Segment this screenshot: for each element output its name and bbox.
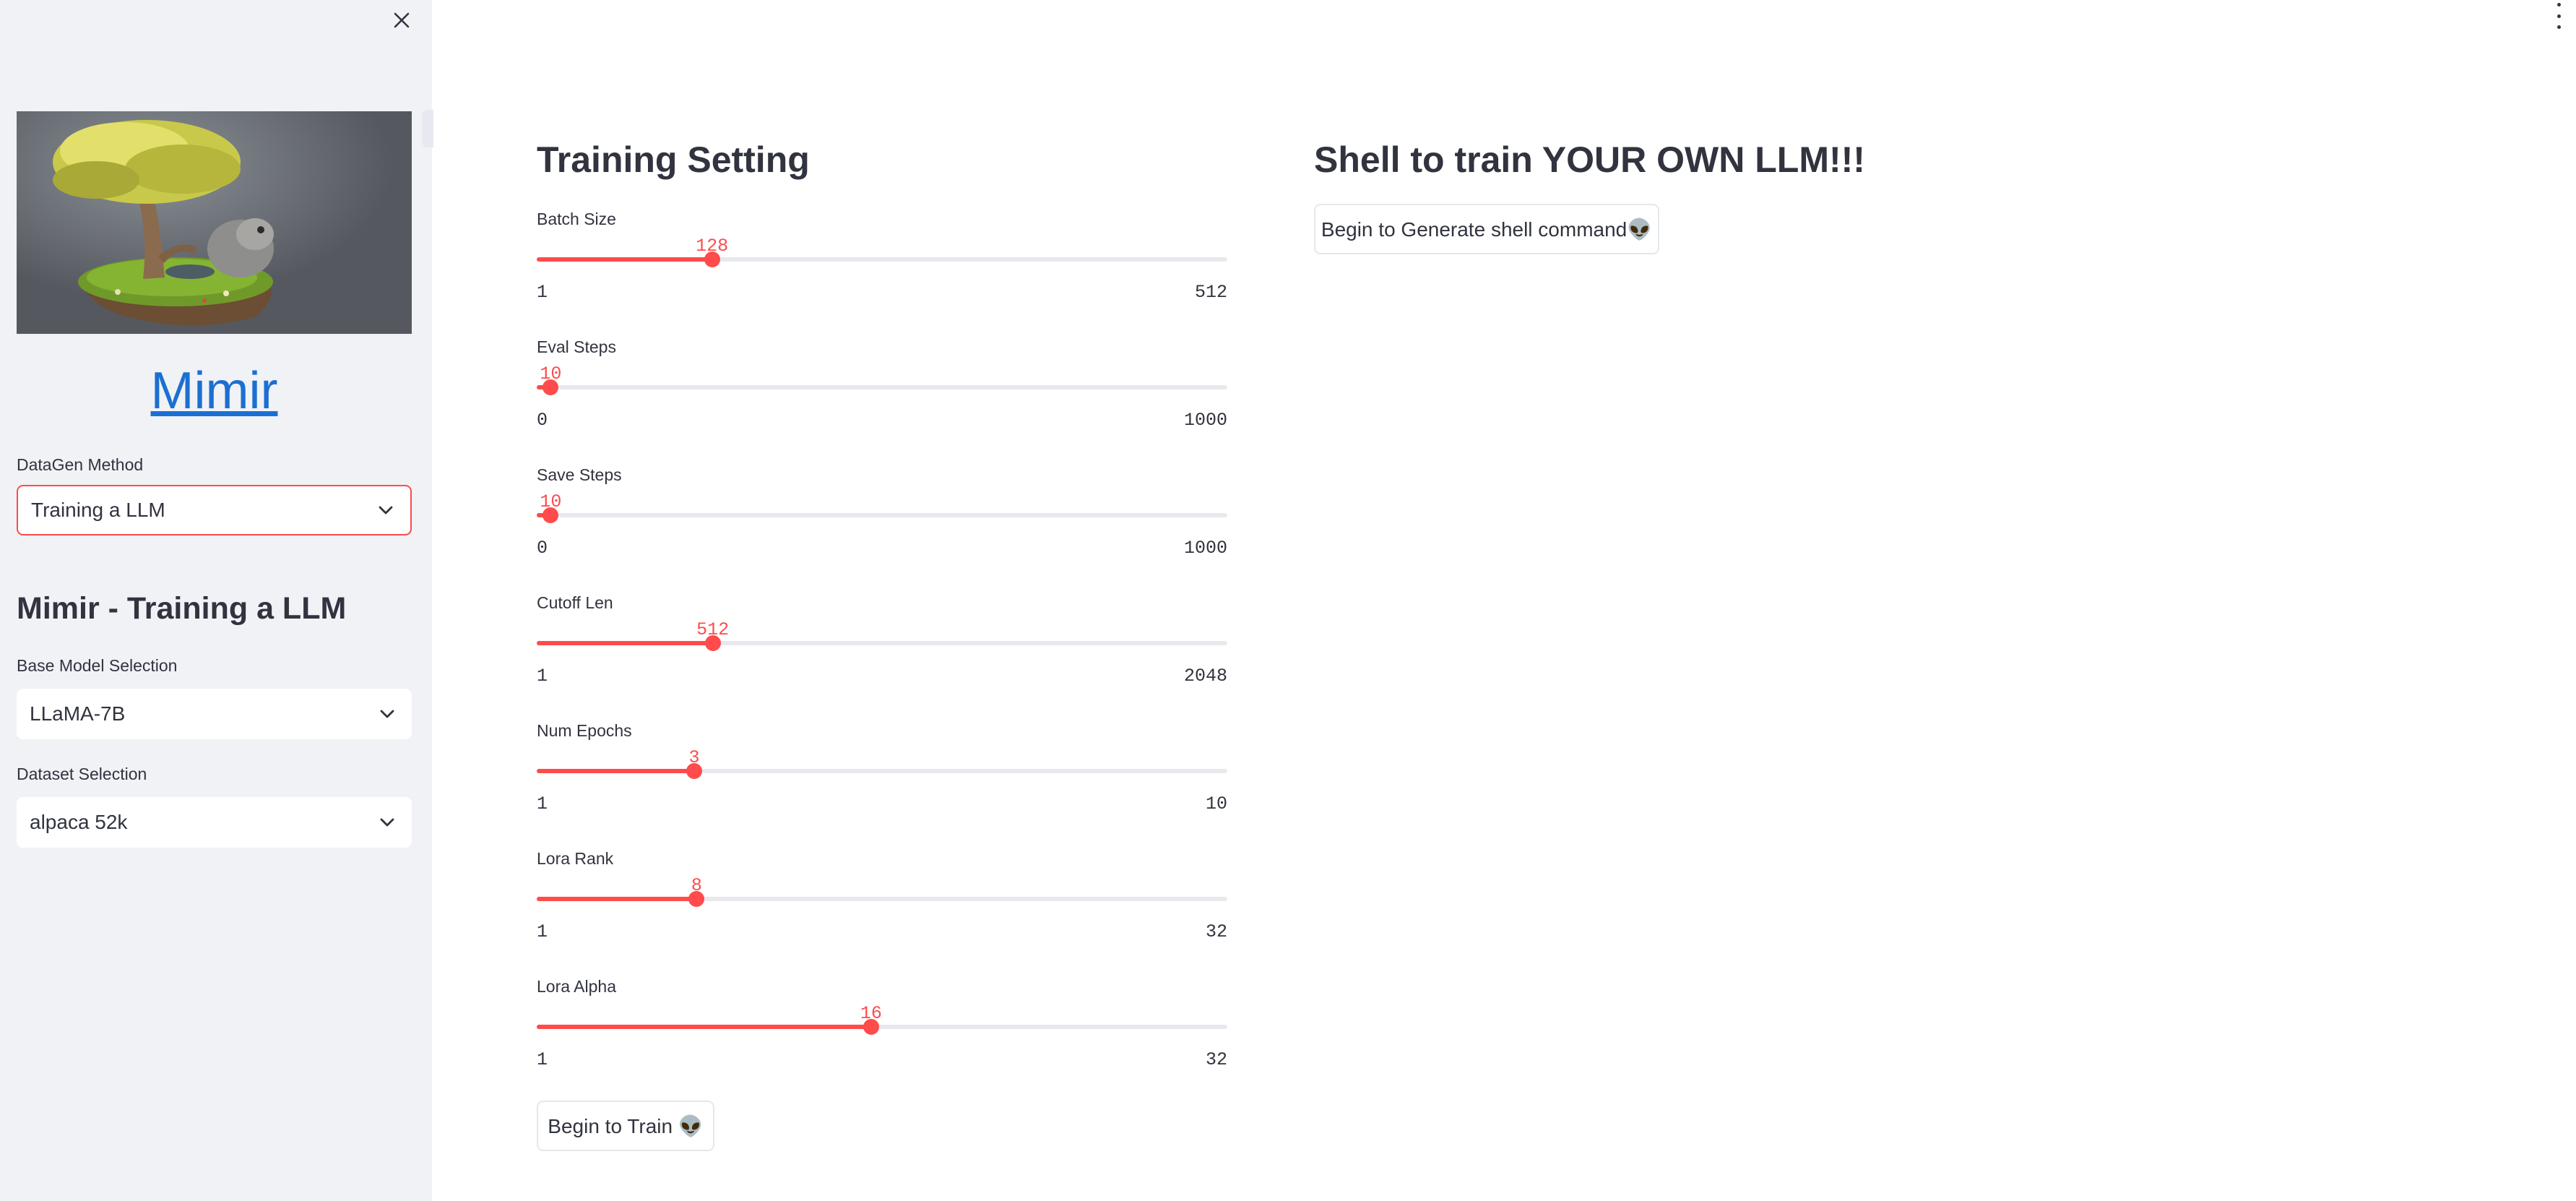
slider-fill bbox=[537, 641, 713, 645]
close-icon bbox=[394, 12, 410, 28]
slider-eval-steps: Eval Steps 10 0 1000 bbox=[537, 337, 1227, 465]
slider-max: 2048 bbox=[1183, 666, 1227, 686]
slider-lora-alpha: Lora Alpha 16 1 32 bbox=[537, 977, 1227, 1105]
slider-track[interactable] bbox=[537, 507, 1227, 523]
slider-label: Save Steps bbox=[537, 465, 622, 484]
slider-label: Cutoff Len bbox=[537, 593, 613, 612]
sidebar: Mimir DataGen Method Training a LLM Mimi… bbox=[0, 0, 433, 1201]
floating-island-tree-image bbox=[17, 111, 412, 334]
dataset-label: Dataset Selection bbox=[17, 765, 147, 783]
slider-thumb[interactable] bbox=[704, 635, 721, 651]
slider-thumb[interactable] bbox=[686, 763, 702, 779]
sidebar-resize-handle[interactable] bbox=[422, 110, 433, 147]
slider-track[interactable] bbox=[537, 635, 1227, 651]
slider-batch-size: Batch Size 128 1 512 bbox=[537, 210, 1227, 337]
app-root: Mimir DataGen Method Training a LLM Mimi… bbox=[0, 0, 2576, 1201]
slider-lora-rank: Lora Rank 8 1 32 bbox=[537, 849, 1227, 977]
slider-track[interactable] bbox=[537, 1019, 1227, 1035]
slider-max: 10 bbox=[1205, 793, 1227, 814]
slider-label: Lora Alpha bbox=[537, 977, 616, 996]
slider-cutoff-len: Cutoff Len 512 1 2048 bbox=[537, 593, 1227, 721]
slider-thumb[interactable] bbox=[863, 1019, 879, 1035]
slider-min: 1 bbox=[537, 282, 548, 303]
datagen-method-select[interactable]: Training a LLM bbox=[17, 485, 412, 535]
slider-fill bbox=[537, 1025, 871, 1029]
slider-thumb[interactable] bbox=[688, 891, 705, 907]
slider-max: 1000 bbox=[1183, 538, 1227, 559]
slider-track[interactable] bbox=[537, 763, 1227, 779]
slider-min: 1 bbox=[537, 666, 548, 686]
close-sidebar-button[interactable] bbox=[386, 4, 418, 36]
hero-image bbox=[17, 111, 412, 334]
generate-shell-command-button[interactable]: Begin to Generate shell command👽 bbox=[1314, 204, 1659, 254]
slider-max: 1000 bbox=[1183, 410, 1227, 431]
chevron-down-icon bbox=[379, 506, 393, 515]
slider-fill bbox=[537, 769, 694, 773]
slider-num-epochs: Num Epochs 3 1 10 bbox=[537, 721, 1227, 849]
datagen-method-value: Training a LLM bbox=[31, 499, 165, 521]
sidebar-section-title: Mimir - Training a LLM bbox=[17, 591, 347, 626]
slider-min: 0 bbox=[537, 538, 548, 559]
slider-label: Num Epochs bbox=[537, 721, 632, 740]
slider-label: Batch Size bbox=[537, 210, 616, 228]
slider-track[interactable] bbox=[537, 891, 1227, 907]
chevron-down-icon bbox=[380, 710, 394, 718]
app-title-link[interactable]: Mimir bbox=[17, 361, 412, 421]
slider-fill bbox=[537, 897, 697, 901]
dataset-select[interactable]: alpaca 52k bbox=[17, 797, 412, 848]
chevron-down-icon bbox=[380, 818, 394, 827]
slider-label: Lora Rank bbox=[537, 849, 614, 868]
dataset-value: alpaca 52k bbox=[30, 811, 128, 833]
datagen-method-label: DataGen Method bbox=[17, 455, 144, 474]
base-model-value: LLaMA-7B bbox=[30, 702, 126, 725]
slider-track[interactable] bbox=[537, 379, 1227, 395]
slider-max: 32 bbox=[1205, 1049, 1227, 1070]
slider-track[interactable] bbox=[537, 251, 1227, 267]
slider-label: Eval Steps bbox=[537, 337, 616, 356]
training-setting-heading: Training Setting bbox=[537, 139, 810, 180]
slider-thumb[interactable] bbox=[543, 379, 559, 395]
slider-thumb[interactable] bbox=[704, 251, 720, 267]
kebab-menu-icon[interactable] bbox=[2551, 3, 2566, 29]
slider-save-steps: Save Steps 10 0 1000 bbox=[537, 465, 1227, 593]
slider-min: 0 bbox=[537, 410, 548, 431]
shell-heading: Shell to train YOUR OWN LLM!!! bbox=[1314, 139, 1865, 180]
slider-thumb[interactable] bbox=[543, 507, 559, 523]
slider-fill bbox=[537, 257, 712, 262]
slider-min: 1 bbox=[537, 1049, 548, 1070]
slider-max: 32 bbox=[1205, 921, 1227, 942]
slider-max: 512 bbox=[1194, 282, 1227, 303]
begin-train-button[interactable]: Begin to Train 👽 bbox=[537, 1101, 714, 1151]
base-model-select[interactable]: LLaMA-7B bbox=[17, 689, 412, 739]
base-model-label: Base Model Selection bbox=[17, 656, 178, 675]
slider-min: 1 bbox=[537, 793, 548, 814]
slider-min: 1 bbox=[537, 921, 548, 942]
